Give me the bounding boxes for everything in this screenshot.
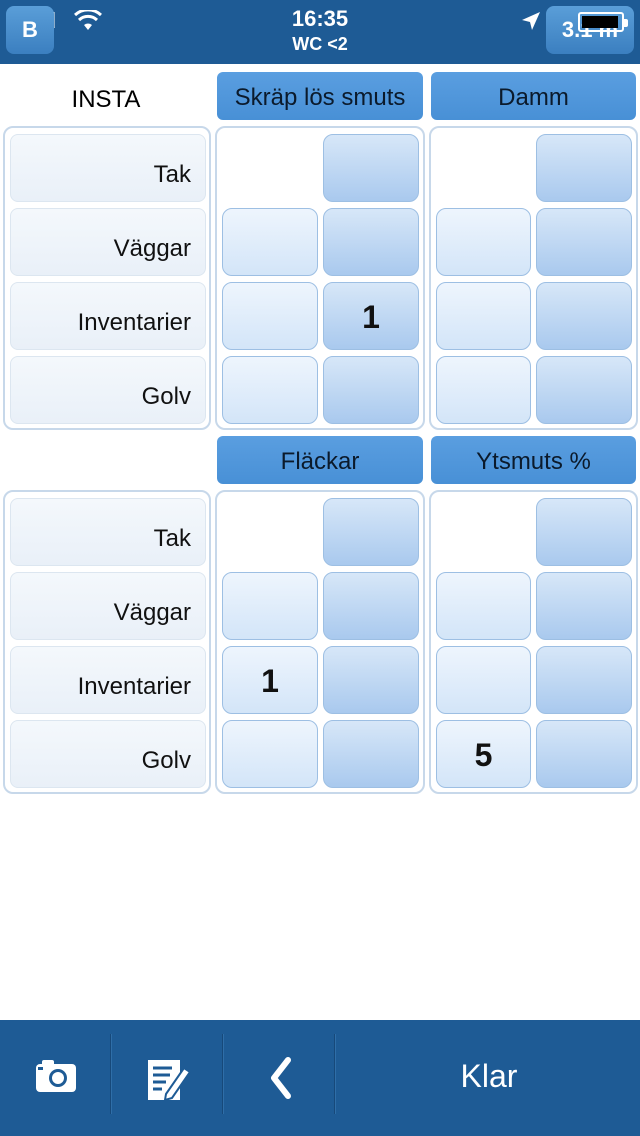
row-label-inventarier: Inventarier	[10, 646, 206, 714]
damm-grid-panel	[429, 126, 638, 430]
section-title: INSTA	[71, 86, 141, 113]
flackar-golv-a[interactable]	[222, 720, 318, 788]
ytsmuts-vaggar-b[interactable]	[536, 572, 632, 640]
damm-inventarier-b[interactable]	[536, 282, 632, 350]
skrap-golv-a[interactable]	[222, 356, 318, 424]
back-button[interactable]	[224, 1038, 334, 1118]
flackar-tak-b[interactable]	[323, 498, 419, 566]
skrap-tak-b[interactable]	[323, 134, 419, 202]
app-screen: iPod B 16:35 WC <2 ✱ 3.1 m INSTA Skräp l…	[0, 0, 640, 1136]
ytsmuts-tak-b[interactable]	[536, 498, 632, 566]
skrap-golv-b[interactable]	[323, 356, 419, 424]
row-label-vaggar: Väggar	[10, 208, 206, 276]
screen-subtitle: WC <2	[292, 34, 348, 54]
flackar-vaggar-b[interactable]	[323, 572, 419, 640]
flackar-golv-b[interactable]	[323, 720, 419, 788]
camera-button[interactable]	[0, 1038, 110, 1118]
row-label-vaggar: Väggar	[10, 572, 206, 640]
location-arrow-icon	[522, 12, 540, 30]
skrap-grid-panel: 1	[215, 126, 425, 430]
damm-vaggar-a[interactable]	[436, 208, 531, 276]
status-bar: iPod B 16:35 WC <2 ✱ 3.1 m	[0, 0, 640, 64]
toolbar-divider	[334, 1034, 336, 1114]
column-header-ytsmuts: Ytsmuts %	[431, 436, 636, 484]
flackar-grid-panel: 1	[215, 490, 425, 794]
chevron-left-icon	[271, 1057, 291, 1099]
flackar-vaggar-a[interactable]	[222, 572, 318, 640]
skrap-vaggar-b[interactable]	[323, 208, 419, 276]
row-label-golv: Golv	[10, 356, 206, 424]
column-header-skrap: Skräp lös smuts	[217, 72, 423, 120]
skrap-vaggar-a[interactable]	[222, 208, 318, 276]
flackar-inventarier-a[interactable]: 1	[222, 646, 318, 714]
row-label-golv: Golv	[10, 720, 206, 788]
damm-inventarier-a[interactable]	[436, 282, 531, 350]
edit-note-button[interactable]	[112, 1038, 222, 1118]
damm-golv-b[interactable]	[536, 356, 632, 424]
damm-vaggar-b[interactable]	[536, 208, 632, 276]
clock: 16:35	[291, 6, 349, 31]
bottom-toolbar: Klar	[0, 1020, 640, 1136]
damm-golv-a[interactable]	[436, 356, 531, 424]
edit-note-icon	[148, 1060, 192, 1102]
bottom-row-labels-panel: Tak Väggar Inventarier Golv	[3, 490, 211, 794]
top-row-labels-panel: Tak Väggar Inventarier Golv	[3, 126, 211, 430]
column-header-flackar: Fläckar	[217, 436, 423, 484]
skrap-inventarier-a[interactable]	[222, 282, 318, 350]
flackar-inventarier-b[interactable]	[323, 646, 419, 714]
column-header-damm: Damm	[431, 72, 636, 120]
skrap-inventarier-b[interactable]: 1	[323, 282, 419, 350]
ytsmuts-inventarier-a[interactable]	[436, 646, 531, 714]
done-button[interactable]: Klar	[338, 1020, 640, 1136]
row-label-tak: Tak	[10, 498, 206, 566]
ytsmuts-golv-b[interactable]	[536, 720, 632, 788]
damm-tak-b[interactable]	[536, 134, 632, 202]
camera-icon	[36, 1060, 76, 1092]
ytsmuts-golv-a[interactable]: 5	[436, 720, 531, 788]
ytsmuts-vaggar-a[interactable]	[436, 572, 531, 640]
ytsmuts-grid-panel: 5	[429, 490, 638, 794]
battery-icon	[578, 12, 628, 32]
row-label-tak: Tak	[10, 134, 206, 202]
row-label-inventarier: Inventarier	[10, 282, 206, 350]
ytsmuts-inventarier-b[interactable]	[536, 646, 632, 714]
